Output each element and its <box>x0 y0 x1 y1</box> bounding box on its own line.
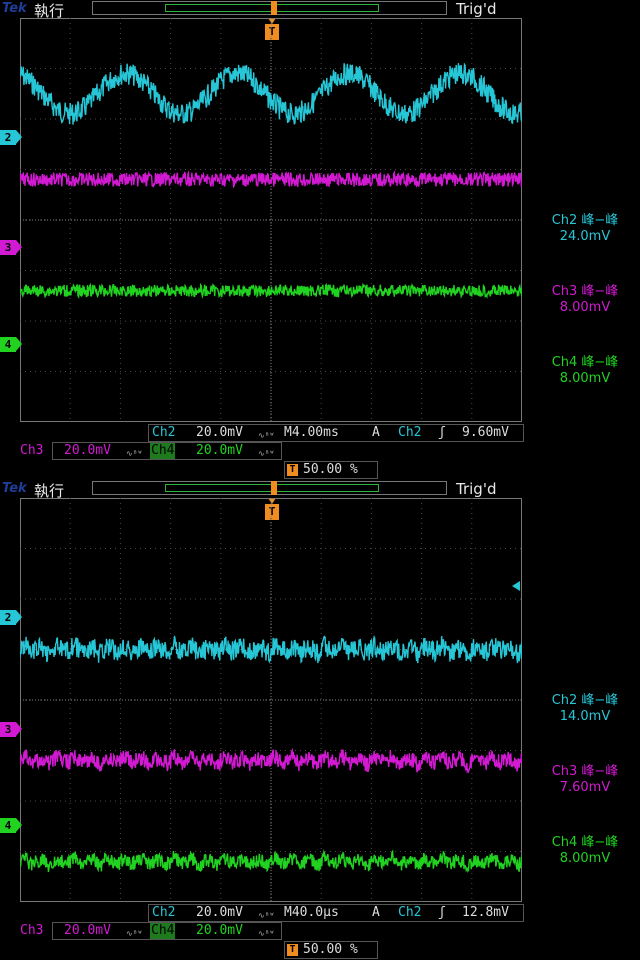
rising-edge-icon: ʃ <box>438 425 446 440</box>
ch2-measurement: Ch2 峰−峰 14.0mV <box>530 693 640 725</box>
ch3-measurement: Ch3 峰−峰 7.60mV <box>530 764 640 796</box>
measurement-value: 8.00mV <box>559 371 611 386</box>
trigger-status: Trig'd <box>456 480 497 498</box>
ch2-measurement: Ch2 峰−峰 24.0mV <box>530 213 640 245</box>
timebase-value: M40.0µs <box>284 905 339 920</box>
ch4-ground-marker: 4 <box>0 818 22 833</box>
trigger-mode: A <box>372 425 380 440</box>
bandwidth-limit-icon: ∿ᴮᵂ <box>126 449 143 458</box>
ch3-scale-value: 20.0mV <box>64 443 111 458</box>
trigger-position-value: 50.00 % <box>303 462 358 477</box>
ch2-scale-value: 20.0mV <box>196 425 243 440</box>
bandwidth-limit-icon: ∿ᴮᵂ <box>126 929 143 938</box>
measurement-value: 24.0mV <box>559 229 611 244</box>
ch3-ground-marker: 3 <box>0 240 22 255</box>
measurement-title: Ch4 峰−峰 <box>551 355 619 370</box>
ch3-scale-label: Ch3 <box>20 443 44 458</box>
record-length-bar <box>92 1 447 15</box>
trigger-position-box: T 50.00 % <box>284 461 378 479</box>
graticule <box>20 18 522 422</box>
measurement-title: Ch3 峰−峰 <box>551 764 619 779</box>
top-status-bar: Tek 執行 Trig'd <box>0 0 640 20</box>
measurement-title: Ch2 峰−峰 <box>551 693 619 708</box>
bandwidth-limit-icon: ∿ᴮᵂ <box>258 929 275 938</box>
ch2-trace <box>20 635 522 664</box>
scope-screen-bottom: Tek 執行 Trig'd T 2 3 4 Ch2 峰−峰 14.0mV Ch3… <box>0 480 640 960</box>
measurement-value: 8.00mV <box>559 851 611 866</box>
ch2-scale-label: Ch2 <box>152 905 176 920</box>
timebase-value: M4.00ms <box>284 425 339 440</box>
trigger-source: Ch2 <box>398 905 422 920</box>
trigger-icon: T <box>287 464 298 476</box>
trigger-source: Ch2 <box>398 425 422 440</box>
ch3-scale-value: 20.0mV <box>64 923 111 938</box>
ch2-scale-value: 20.0mV <box>196 905 243 920</box>
ch4-scale-label: Ch4 <box>150 923 176 939</box>
ch2-ground-marker: 2 <box>0 610 22 625</box>
scope-screen-top: Tek 執行 Trig'd T 2 3 4 Ch2 峰−峰 24.0mV Ch3… <box>0 0 640 480</box>
trigger-level: 12.8mV <box>462 905 509 920</box>
ch2-scale-label: Ch2 <box>152 425 176 440</box>
measurement-title: Ch4 峰−峰 <box>551 835 619 850</box>
tek-logo: Tek <box>2 481 27 496</box>
rising-edge-icon: ʃ <box>438 905 446 920</box>
record-trigger-indicator <box>271 481 277 495</box>
ch4-measurement: Ch4 峰−峰 8.00mV <box>530 355 640 387</box>
ch4-scale-value: 20.0mV <box>196 443 243 458</box>
trigger-status: Trig'd <box>456 0 497 18</box>
ch4-scale-label: Ch4 <box>150 443 176 459</box>
ch3-measurement: Ch3 峰−峰 8.00mV <box>530 284 640 316</box>
measurement-title: Ch3 峰−峰 <box>551 284 619 299</box>
measurement-title: Ch2 峰−峰 <box>551 213 619 228</box>
record-trigger-indicator <box>271 1 277 15</box>
trigger-position-box: T 50.00 % <box>284 941 378 959</box>
ch4-scale-value: 20.0mV <box>196 923 243 938</box>
trigger-level: 9.60mV <box>462 425 509 440</box>
ch3-ground-marker: 3 <box>0 722 22 737</box>
measurement-value: 8.00mV <box>559 300 611 315</box>
graticule <box>20 498 522 902</box>
tek-logo: Tek <box>2 1 27 16</box>
measurement-value: 14.0mV <box>559 709 611 724</box>
measurement-value: 7.60mV <box>559 780 611 795</box>
ch4-measurement: Ch4 峰−峰 8.00mV <box>530 835 640 867</box>
trigger-position-value: 50.00 % <box>303 942 358 957</box>
record-length-bar <box>92 481 447 495</box>
trigger-mode: A <box>372 905 380 920</box>
ch4-trace <box>20 282 522 300</box>
ch3-scale-label: Ch3 <box>20 923 44 938</box>
trigger-level-marker <box>512 581 520 591</box>
top-status-bar: Tek 執行 Trig'd <box>0 480 640 500</box>
ch2-ground-marker: 2 <box>0 130 22 145</box>
ch4-ground-marker: 4 <box>0 337 22 352</box>
bandwidth-limit-icon: ∿ᴮᵂ <box>258 449 275 458</box>
trigger-icon: T <box>287 944 298 956</box>
